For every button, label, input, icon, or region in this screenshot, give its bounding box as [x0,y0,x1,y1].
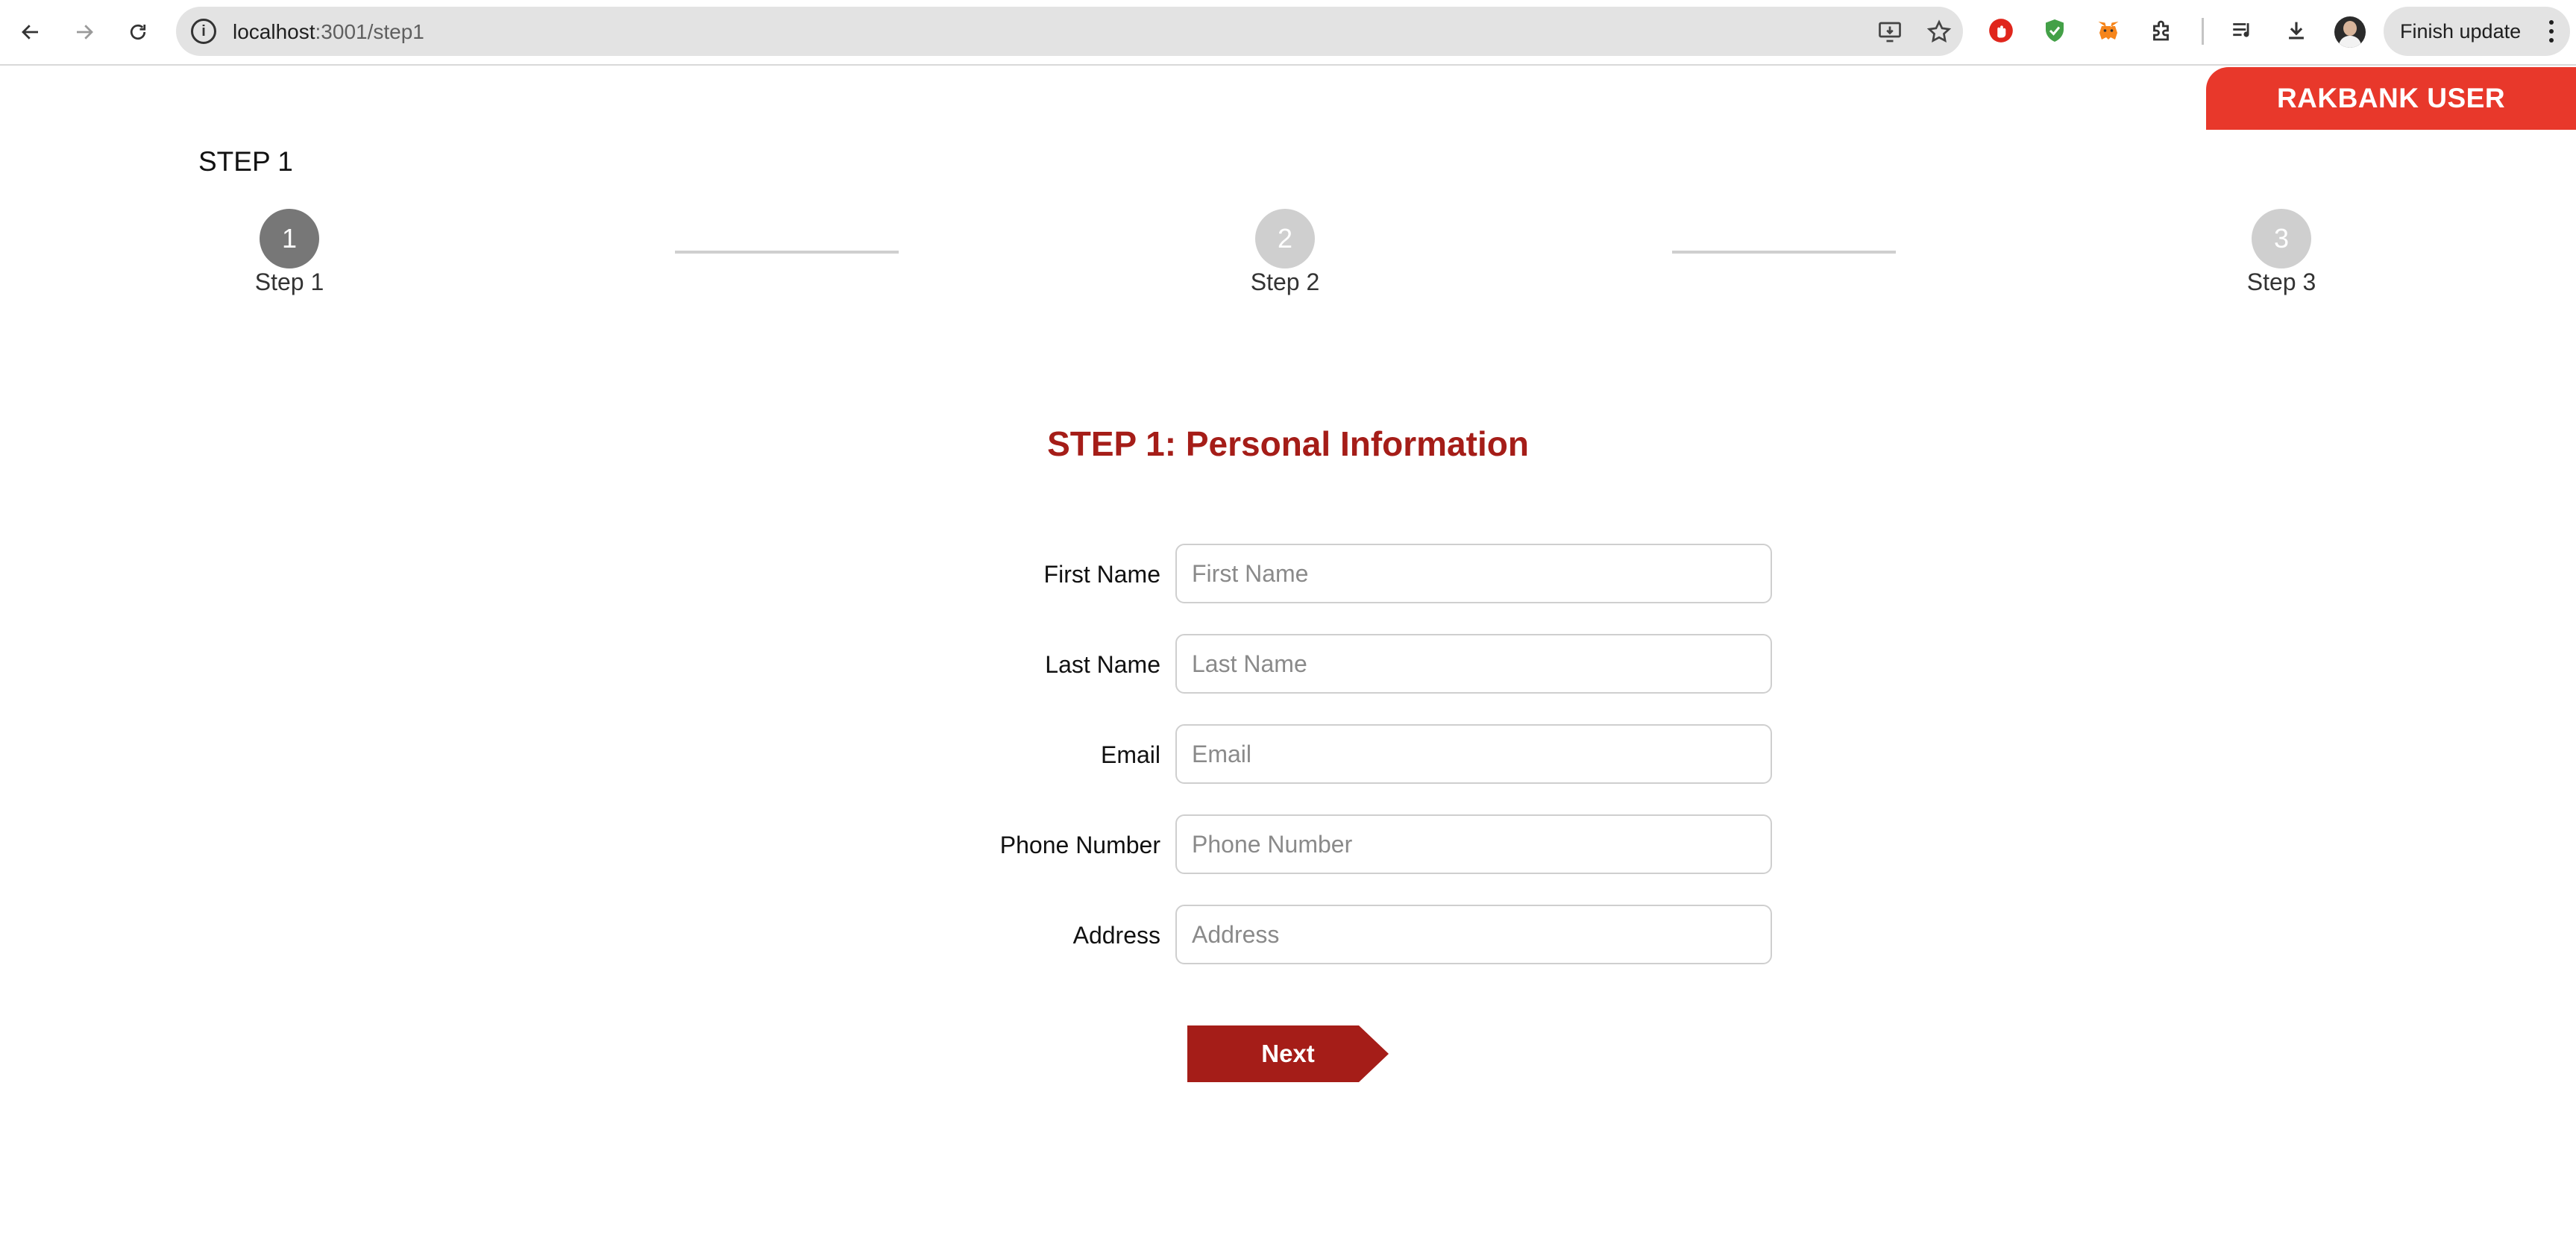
step-connector-2 [1672,251,1896,254]
step-2-label: Step 2 [1250,268,1320,295]
bookmark-star-icon[interactable] [1926,19,1953,45]
form-title: STEP 1: Personal Information [1047,424,1529,463]
first-name-label: First Name [1043,561,1160,588]
reload-icon [130,24,146,40]
next-button[interactable]: Next [1187,1025,1389,1082]
arrow-left-icon [22,25,38,40]
arrow-right-icon [77,25,93,40]
url-text: localhost:3001/step1 [233,20,424,43]
step-3-circle: 3 [2252,209,2311,268]
step-1-circle: 1 [260,209,319,268]
page-step-title: STEP 1 [198,146,293,177]
phone-number-input[interactable] [1175,814,1772,874]
user-badge: RAKBANK USER [2206,67,2576,130]
step-2-circle: 2 [1255,209,1315,268]
step-1-label: Step 1 [254,268,324,295]
next-button-wrap: Next [1187,1025,1389,1082]
step-connector-1 [675,251,899,254]
install-app-icon[interactable] [1876,19,1903,45]
forward-button[interactable] [66,13,103,51]
more-menu-icon[interactable] [2549,20,2554,43]
downloads-icon[interactable] [2281,15,2312,46]
step-3-label: Step 3 [2246,268,2316,295]
shield-extension-icon[interactable] [2039,15,2070,46]
first-name-input[interactable] [1175,544,1772,603]
address-input[interactable] [1175,905,1772,964]
media-controls-icon[interactable] [2227,15,2258,46]
reload-button[interactable] [119,13,157,51]
last-name-label: Last Name [1045,651,1160,678]
email-label: Email [1100,741,1160,768]
site-info-icon[interactable]: i [191,19,216,44]
profile-avatar[interactable] [2334,16,2366,48]
extensions-puzzle-icon[interactable] [2146,15,2178,46]
address-bar[interactable]: i localhost:3001/step1 [176,7,1963,56]
finish-update-label: Finish update [2400,19,2522,43]
address-label: Address [1072,922,1160,949]
toolbar-divider [2202,18,2204,45]
adblock-extension-icon[interactable] [1985,15,2017,46]
last-name-input[interactable] [1175,634,1772,694]
phone-number-label: Phone Number [999,832,1160,858]
back-button[interactable] [12,13,49,51]
metamask-fox-icon[interactable] [2093,15,2124,46]
email-input[interactable] [1175,724,1772,784]
finish-update-button[interactable]: Finish update [2384,7,2570,56]
browser-toolbar: i localhost:3001/step1 Finish update [0,0,2576,66]
